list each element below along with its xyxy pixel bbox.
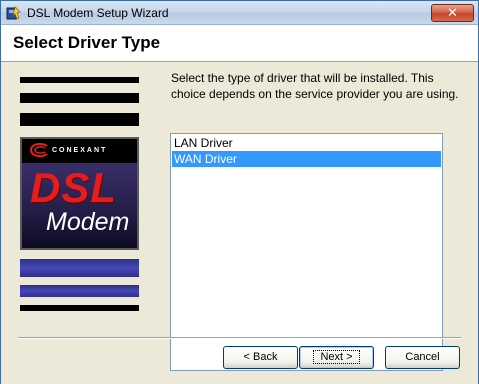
list-item-wan-driver[interactable]: WAN Driver: [172, 151, 441, 167]
close-button[interactable]: ✕: [431, 4, 474, 22]
cancel-button-label: Cancel: [405, 351, 440, 363]
logo-modem-text: Modem: [46, 208, 130, 236]
button-separator: [18, 337, 461, 339]
decor-stripe: [20, 305, 139, 311]
back-button-label: < Back: [243, 351, 278, 363]
decor-stripe-blue: [20, 285, 139, 297]
decor-stripe: [20, 93, 139, 103]
wizard-content: CONEXANT DSL Modem Select the type of dr…: [1, 62, 478, 384]
close-icon: ✕: [447, 5, 458, 20]
logo-brand-bar: CONEXANT: [22, 139, 137, 163]
instruction-text: Select the type of driver that will be i…: [171, 71, 459, 101]
next-button-label: Next >: [313, 350, 360, 364]
setup-wizard-icon: [6, 6, 21, 20]
next-button[interactable]: Next >: [299, 346, 374, 369]
page-title: Select Driver Type: [13, 33, 161, 52]
window-title: DSL Modem Setup Wizard: [27, 6, 169, 20]
title-bar[interactable]: DSL Modem Setup Wizard ✕: [1, 1, 478, 25]
cancel-button[interactable]: Cancel: [385, 346, 460, 369]
wizard-window: DSL Modem Setup Wizard ✕ Select Driver T…: [0, 0, 479, 384]
decor-stripe: [20, 77, 139, 83]
back-button[interactable]: < Back: [223, 346, 298, 369]
conexant-swirl-icon: [29, 143, 48, 157]
logo-dsl-text: DSL: [30, 164, 117, 211]
brand-text: CONEXANT: [52, 147, 108, 154]
conexant-dsl-modem-logo: CONEXANT DSL Modem: [20, 137, 139, 250]
logo-body: DSL Modem: [22, 163, 137, 248]
decor-stripe: [20, 113, 139, 126]
list-item-lan-driver[interactable]: LAN Driver: [172, 135, 441, 151]
driver-type-listbox[interactable]: LAN Driver WAN Driver: [170, 133, 443, 371]
wizard-header: Select Driver Type: [1, 25, 478, 62]
decor-stripe-blue: [20, 259, 139, 277]
